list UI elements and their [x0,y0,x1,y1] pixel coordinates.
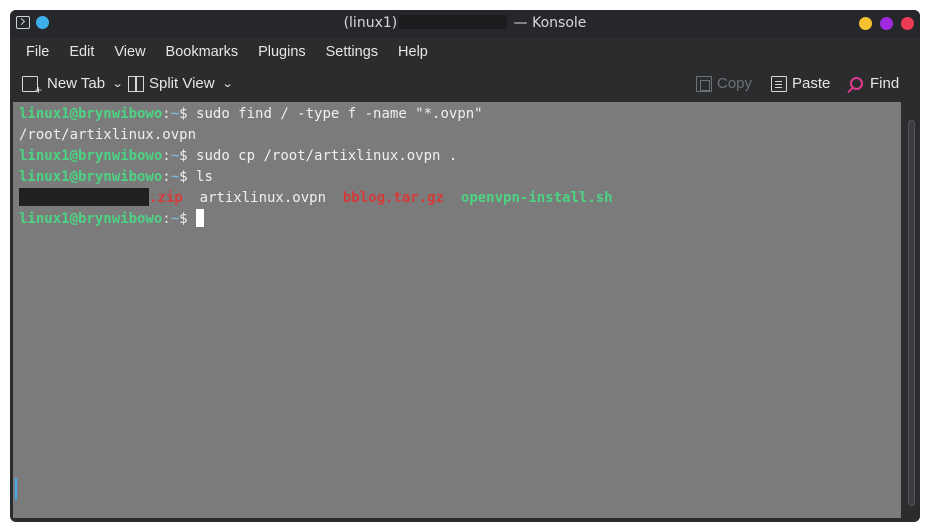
terminal-line: linux1@brynwibowo:~$ sudo find / -type f… [19,104,895,125]
paste-button[interactable]: Paste [771,75,830,92]
prompt-symbol: $ [179,106,197,122]
toolbar: New Tab ⌄ Split View ⌄ Copy Paste Find [10,66,920,102]
konsole-window: (linux1) — Konsole File Edit View Bookma… [10,10,920,522]
prompt-dir: ~ [170,211,180,227]
prompt-user: linux1@brynwibowo [19,148,163,164]
menu-bookmarks[interactable]: Bookmarks [156,44,249,60]
prompt-separator: : [162,148,171,164]
find-button[interactable]: Find [850,75,899,92]
menu-file[interactable]: File [16,44,59,60]
activity-marker [15,478,17,500]
new-tab-button[interactable]: New Tab ⌄ [22,75,124,97]
menu-settings[interactable]: Settings [316,44,388,60]
terminal-line: /root/artixlinux.ovpn [19,125,895,146]
ls-item: artixlinux.ovpn [199,190,327,206]
prompt-symbol: $ [179,169,197,185]
menu-view[interactable]: View [104,44,155,60]
prompt-dir: ~ [170,169,180,185]
prompt-user: linux1@brynwibowo [19,211,163,227]
find-label: Find [870,75,900,92]
prompt-user: linux1@brynwibowo [19,169,163,185]
split-view-label: Split View [149,75,215,92]
output-text: /root/artixlinux.ovpn [19,127,197,143]
command-text: sudo find / -type f -name "*.ovpn" [196,106,483,122]
terminal-line: linux1@brynwibowo:~$ ls [19,167,895,188]
close-button[interactable] [901,17,914,30]
window-title-left: (linux1) [343,15,398,31]
scrollbar[interactable] [904,102,920,518]
ls-item: openvpn-install.sh [460,190,613,206]
copy-button[interactable]: Copy [696,75,752,92]
prompt-symbol: $ [179,211,197,227]
new-tab-icon [22,75,42,97]
prompt-dir: ~ [170,148,180,164]
chevron-down-icon: ⌄ [111,78,124,90]
prompt-separator: : [162,169,171,185]
terminal-line: linux1@brynwibowo:~$ [19,209,895,230]
ls-item: bblog.tar.gz [342,190,445,206]
command-text: ls [196,169,213,185]
prompt-separator: : [162,106,171,122]
chevron-down-icon: ⌄ [221,78,234,90]
split-view-icon [128,75,144,92]
scrollbar-thumb[interactable] [908,120,915,506]
paste-label: Paste [792,75,831,92]
prompt-dir: ~ [170,106,180,122]
terminal-output[interactable]: linux1@brynwibowo:~$ sudo find / -type f… [13,102,901,518]
prompt-user: linux1@brynwibowo [19,106,163,122]
ls-item: .zip [149,190,183,206]
maximize-button[interactable] [880,17,893,30]
redacted-title-segment [399,15,508,29]
search-icon [850,77,863,90]
copy-label: Copy [717,75,753,92]
menu-help[interactable]: Help [388,44,438,60]
copy-icon [696,75,712,92]
new-tab-label: New Tab [47,75,106,92]
ls-output-line: .zip artixlinux.ovpn bblog.tar.gz openvp… [19,188,895,209]
command-text: sudo cp /root/artixlinux.ovpn . [196,148,458,164]
split-view-button[interactable]: Split View ⌄ [128,75,234,92]
window-title-right: — Konsole [509,15,587,31]
menu-edit[interactable]: Edit [59,44,104,60]
menu-plugins[interactable]: Plugins [248,44,316,60]
text-cursor [196,209,205,227]
prompt-separator: : [162,211,171,227]
redacted-filename [19,188,149,206]
menu-bar: File Edit View Bookmarks Plugins Setting… [10,38,920,66]
prompt-symbol: $ [179,148,197,164]
minimize-button[interactable] [859,17,872,30]
window-title: (linux1) — Konsole [10,15,920,31]
terminal-line: linux1@brynwibowo:~$ sudo cp /root/artix… [19,146,895,167]
title-bar[interactable]: (linux1) — Konsole [10,10,920,38]
paste-icon [771,75,787,92]
